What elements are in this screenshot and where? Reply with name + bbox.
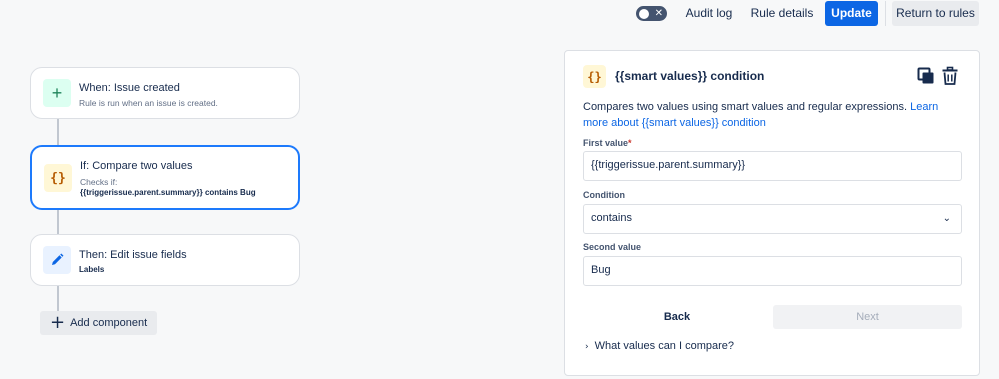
second-value-input[interactable]: Bug bbox=[583, 256, 962, 286]
braces-icon: {} bbox=[583, 65, 606, 88]
condition-select[interactable]: contains ⌄ bbox=[583, 204, 962, 234]
flow-connector bbox=[57, 285, 59, 312]
chevron-right-icon: › bbox=[585, 342, 589, 352]
condition-subtitle: Checks if: bbox=[80, 177, 118, 187]
audit-log-button[interactable]: Audit log bbox=[680, 1, 738, 26]
first-value-label-text: First value bbox=[583, 138, 629, 148]
condition-card[interactable]: {} If: Compare two values Checks if: {{t… bbox=[30, 145, 300, 210]
toggle-knob bbox=[639, 8, 649, 19]
condition-label: Condition bbox=[583, 190, 625, 200]
required-marker: * bbox=[628, 138, 632, 148]
compare-values-expander[interactable]: › What values can I compare? bbox=[585, 340, 734, 352]
trash-icon[interactable] bbox=[940, 66, 960, 86]
top-toolbar: ✕ Audit log Rule details Update Return t… bbox=[0, 0, 999, 28]
flow-connector bbox=[57, 208, 59, 235]
first-value-input[interactable]: {{triggerissue.parent.summary}} bbox=[583, 151, 962, 181]
plus-icon: + bbox=[50, 312, 66, 333]
add-component-label: Add component bbox=[70, 317, 148, 329]
action-title: Then: Edit issue fields bbox=[79, 249, 187, 261]
action-card[interactable]: Then: Edit issue fields Labels bbox=[30, 234, 300, 286]
return-to-rules-button[interactable]: Return to rules bbox=[892, 1, 979, 26]
condition-select-value: contains bbox=[591, 212, 632, 224]
panel-description: Compares two values using smart values a… bbox=[583, 99, 963, 131]
trigger-card[interactable]: + When: Issue created Rule is run when a… bbox=[30, 67, 300, 119]
duplicate-icon[interactable] bbox=[916, 66, 936, 86]
pencil-icon bbox=[43, 246, 71, 274]
condition-detail: {{triggerissue.parent.summary}} contains… bbox=[80, 188, 256, 197]
plus-icon: + bbox=[43, 79, 71, 107]
description-text: Compares two values using smart values a… bbox=[583, 101, 908, 113]
rule-details-button[interactable]: Rule details bbox=[748, 1, 816, 26]
update-button[interactable]: Update bbox=[825, 1, 878, 26]
add-component-button[interactable]: + Add component bbox=[40, 311, 157, 335]
panel-title: {{smart values}} condition bbox=[615, 69, 765, 83]
back-button[interactable]: Back bbox=[583, 305, 771, 329]
flow-connector bbox=[57, 118, 59, 146]
first-value-label: First value* bbox=[583, 138, 632, 148]
rule-enabled-toggle[interactable]: ✕ bbox=[636, 6, 667, 21]
second-value-label: Second value bbox=[583, 242, 642, 252]
close-icon: ✕ bbox=[654, 8, 663, 19]
trigger-subtitle: Rule is run when an issue is created. bbox=[79, 98, 218, 108]
chevron-down-icon: ⌄ bbox=[942, 213, 951, 224]
action-detail: Labels bbox=[79, 265, 105, 274]
condition-config-panel: {} {{smart values}} condition Compares t… bbox=[564, 50, 980, 376]
toolbar-divider bbox=[885, 1, 886, 26]
braces-icon: {} bbox=[44, 164, 72, 192]
next-button[interactable]: Next bbox=[773, 305, 962, 329]
compare-values-text: What values can I compare? bbox=[594, 340, 735, 352]
trigger-title: When: Issue created bbox=[79, 82, 180, 94]
condition-title: If: Compare two values bbox=[80, 160, 193, 172]
